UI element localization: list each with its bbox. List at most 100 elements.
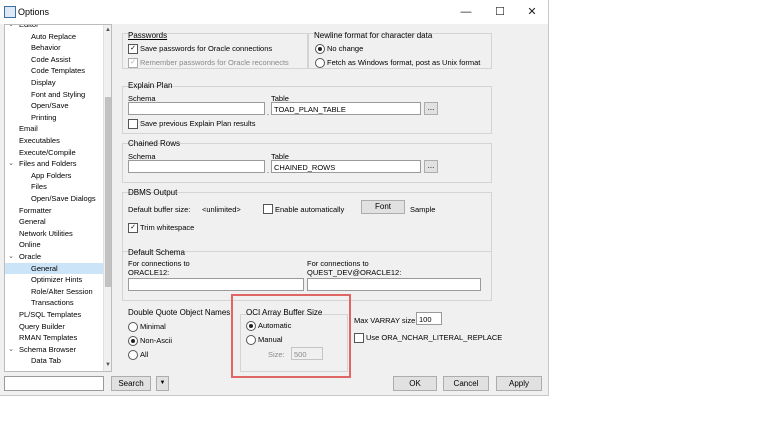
save-passwords-checkbox[interactable]: ✓: [128, 44, 138, 54]
oci-buffer-group: [240, 314, 348, 372]
conn2-label: For connections to QUEST_DEV@ORACLE12:: [307, 259, 402, 277]
tree-item-printing[interactable]: Printing: [31, 112, 56, 123]
tree-item-display[interactable]: Display: [31, 77, 56, 88]
font-sample: Sample: [410, 205, 436, 214]
tree-item-formatter[interactable]: Formatter: [19, 205, 52, 216]
maximize-button[interactable]: ☐: [486, 4, 514, 20]
minimal-radio[interactable]: [128, 322, 138, 332]
chained-rows-title: Chained Rows: [128, 139, 181, 148]
title-bar: Options — ☐ ✕: [0, 0, 548, 24]
window-title: Options: [18, 7, 50, 17]
tree-item-execute-compile[interactable]: Execute/Compile: [19, 147, 76, 158]
tree-item-pl-sql-templates[interactable]: PL/SQL Templates: [19, 309, 81, 320]
tree-item-network-utilities[interactable]: Network Utilities: [19, 228, 73, 239]
nchar-replace-checkbox[interactable]: [354, 333, 364, 343]
enable-auto-label: Enable automatically: [275, 205, 345, 214]
dbms-output-group: [122, 192, 492, 252]
save-passwords-label: Save passwords for Oracle connections: [140, 44, 273, 53]
expand-chevron-icon[interactable]: ⌄: [7, 25, 15, 30]
ok-button[interactable]: OK: [393, 376, 437, 391]
tree-item-files-and-folders[interactable]: Files and Folders: [19, 158, 77, 169]
default-schema-title: Default Schema: [128, 248, 185, 257]
save-explain-checkbox[interactable]: [128, 119, 138, 129]
expand-chevron-icon[interactable]: ⌄: [7, 251, 15, 262]
tree-item-general[interactable]: General: [5, 262, 111, 274]
tree-item-transactions[interactable]: Transactions: [31, 297, 74, 308]
conn1-label: For connections to ORACLE12:: [128, 259, 190, 277]
minimize-button[interactable]: —: [452, 4, 480, 20]
automatic-radio[interactable]: [246, 321, 256, 331]
tree-item-code-assist[interactable]: Code Assist: [31, 54, 71, 65]
tree-item-app-folders[interactable]: App Folders: [31, 170, 71, 181]
scroll-thumb[interactable]: [105, 97, 111, 287]
no-change-radio[interactable]: [315, 44, 325, 54]
max-varray-input[interactable]: 100: [416, 312, 442, 325]
remember-passwords-checkbox[interactable]: ✓: [128, 58, 138, 68]
buffer-size-value[interactable]: <unlimited>: [202, 205, 241, 214]
max-varray-label: Max VARRAY size:: [354, 316, 418, 325]
chained-table-input[interactable]: CHAINED_ROWS: [271, 160, 421, 173]
tree-item-role-alter-session[interactable]: Role/Alter Session: [31, 286, 93, 297]
fetch-windows-label: Fetch as Windows format, post as Unix fo…: [327, 58, 481, 67]
tree-item-online[interactable]: Online: [19, 239, 41, 250]
tree-item-editor[interactable]: Editor: [19, 25, 39, 30]
manual-label: Manual: [258, 335, 283, 344]
explain-browse-button[interactable]: ...: [424, 102, 438, 115]
tree-item-rman-templates[interactable]: RMAN Templates: [19, 332, 77, 343]
explain-table-input[interactable]: TOAD_PLAN_TABLE: [271, 102, 421, 115]
expand-chevron-icon[interactable]: ⌄: [7, 344, 15, 355]
nchar-replace-label: Use ORA_NCHAR_LITERAL_REPLACE: [366, 333, 503, 342]
explain-dot: .: [267, 108, 270, 117]
conn2-schema-input[interactable]: [307, 278, 481, 291]
apply-button[interactable]: Apply: [496, 376, 542, 391]
tree-scrollbar[interactable]: ▲ ▼: [103, 25, 111, 371]
non-ascii-label: Non-Ascii: [140, 336, 173, 345]
chained-browse-button[interactable]: ...: [424, 160, 438, 173]
tree-item-oracle[interactable]: Oracle: [19, 251, 41, 262]
tree-item-behavior[interactable]: Behavior: [31, 42, 61, 53]
tree-item-email[interactable]: Email: [19, 123, 38, 134]
fetch-windows-radio[interactable]: [315, 58, 325, 68]
tree-item-files[interactable]: Files: [31, 181, 47, 192]
explain-plan-title: Explain Plan: [128, 81, 173, 90]
size-input[interactable]: 500: [291, 347, 323, 360]
tree-item-optimizer-hints[interactable]: Optimizer Hints: [31, 274, 82, 285]
expand-chevron-icon[interactable]: ⌄: [7, 158, 15, 169]
tree-item-open-save-dialogs[interactable]: Open/Save Dialogs: [31, 193, 96, 204]
all-radio[interactable]: [128, 350, 138, 360]
tree-item-open-save[interactable]: Open/Save: [31, 100, 69, 111]
remember-passwords-label: Remember passwords for Oracle reconnects: [140, 58, 289, 67]
options-window: Options — ☐ ✕ ⌄ Editor Auto Replace Behavio…: [0, 0, 549, 396]
scroll-up-icon[interactable]: ▲: [104, 26, 111, 34]
tree-item-query-builder[interactable]: Query Builder: [19, 321, 65, 332]
cancel-button[interactable]: Cancel: [443, 376, 489, 391]
search-dropdown-icon[interactable]: ▼: [156, 376, 169, 391]
tree-item-general[interactable]: General: [19, 216, 46, 227]
tree-item-auto-replace[interactable]: Auto Replace: [31, 31, 76, 42]
chained-schema-input[interactable]: [128, 160, 265, 173]
buffer-size-label: Default buffer size:: [128, 205, 191, 214]
oci-buffer-title: OCI Array Buffer Size: [246, 308, 323, 317]
search-button[interactable]: Search: [111, 376, 151, 391]
close-button[interactable]: ✕: [518, 4, 546, 20]
dbms-output-title: DBMS Output: [128, 188, 178, 197]
tree-item-schema-browser[interactable]: Schema Browser: [19, 344, 76, 355]
scroll-down-icon[interactable]: ▼: [104, 361, 111, 369]
double-quote-title: Double Quote Object Names: [128, 308, 231, 317]
minimal-label: Minimal: [140, 322, 166, 331]
explain-schema-input[interactable]: [128, 102, 265, 115]
options-tree[interactable]: ⌄ Editor Auto Replace Behavior Code Assist Co…: [4, 24, 112, 372]
conn1-schema-input[interactable]: [128, 278, 304, 291]
manual-radio[interactable]: [246, 335, 256, 345]
tree-item-code-templates[interactable]: Code Templates: [31, 65, 85, 76]
search-input[interactable]: [4, 376, 104, 391]
enable-auto-checkbox[interactable]: [263, 204, 273, 214]
tree-item-executables[interactable]: Executables: [19, 135, 60, 146]
trim-whitespace-label: Trim whitespace: [140, 223, 195, 232]
non-ascii-radio[interactable]: [128, 336, 138, 346]
font-button[interactable]: Font: [361, 200, 405, 214]
tree-item-font-and-styling[interactable]: Font and Styling: [31, 89, 85, 100]
newline-title: Newline format for character data: [314, 31, 433, 40]
trim-whitespace-checkbox[interactable]: ✓: [128, 223, 138, 233]
tree-item-data-tab[interactable]: Data Tab: [31, 355, 61, 366]
